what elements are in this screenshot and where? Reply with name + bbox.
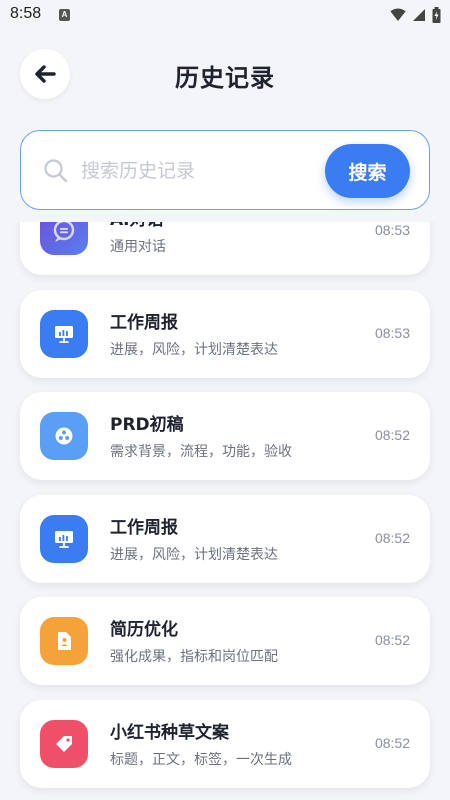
history-item-title: 小红书种草文案 [110, 722, 229, 743]
history-item-title: PRD初稿 [110, 415, 184, 435]
history-item[interactable]: 工作周报进展，风险，计划清楚表达 08:53 [20, 289, 430, 378]
history-item[interactable]: 小红书种草文案标题，正文，标签，一次生成 08:52 [20, 699, 430, 788]
chat-bubble-icon [40, 222, 88, 255]
history-item-subtitle: 进展，风险，计划清楚表达 [110, 341, 278, 358]
search-icon [43, 158, 69, 188]
history-item-title: 简历优化 [110, 620, 178, 640]
page-title: 历史记录 [175, 64, 275, 92]
status-time: 8:58 [10, 5, 42, 22]
presentation-icon [40, 514, 88, 563]
search-bar: 搜索 [20, 130, 430, 210]
history-list[interactable]: AI对话通用对话08:53工作周报进展，风险，计划清楚表达08:53PRD初稿需… [0, 222, 450, 800]
status-icons [390, 7, 441, 23]
cluster-icon [40, 412, 88, 460]
history-item[interactable]: AI对话通用对话 08:53 [20, 222, 430, 275]
history-item-subtitle: 标题，正文，标签，一次生成 [110, 751, 292, 768]
document-icon [40, 617, 88, 665]
search-input[interactable] [81, 151, 311, 191]
presentation-icon [40, 309, 88, 358]
history-item-time: 08:52 [374, 632, 410, 648]
history-item-title: 工作周报 [110, 312, 178, 333]
history-item-time: 08:53 [374, 222, 410, 238]
history-item-subtitle: 通用对话 [110, 239, 166, 255]
history-item[interactable]: PRD初稿需求背景，流程，功能，验收 08:52 [20, 392, 430, 480]
history-item-time: 08:53 [374, 324, 410, 341]
wifi-icon [390, 8, 406, 21]
battery-icon [432, 7, 441, 23]
history-item-title: 工作周报 [110, 517, 178, 538]
notification-a-icon: A [59, 9, 70, 21]
history-item[interactable]: 工作周报进展，风险，计划清楚表达 08:52 [20, 494, 430, 583]
history-item-time: 08:52 [374, 427, 410, 443]
cell-signal-icon [413, 9, 425, 21]
search-button[interactable]: 搜索 [325, 144, 410, 198]
history-item-subtitle: 需求背景，流程，功能，验收 [110, 444, 292, 460]
history-item-subtitle: 进展，风险，计划清楚表达 [110, 546, 278, 563]
history-item-title: AI对话 [110, 222, 163, 230]
history-item-time: 08:52 [374, 734, 410, 751]
tag-icon [40, 719, 88, 768]
history-item-time: 08:52 [374, 529, 410, 546]
history-item[interactable]: 简历优化强化成果，指标和岗位匹配 08:52 [20, 597, 430, 685]
history-item-subtitle: 强化成果，指标和岗位匹配 [110, 649, 278, 665]
status-bar: 8:58 A [0, 0, 450, 30]
